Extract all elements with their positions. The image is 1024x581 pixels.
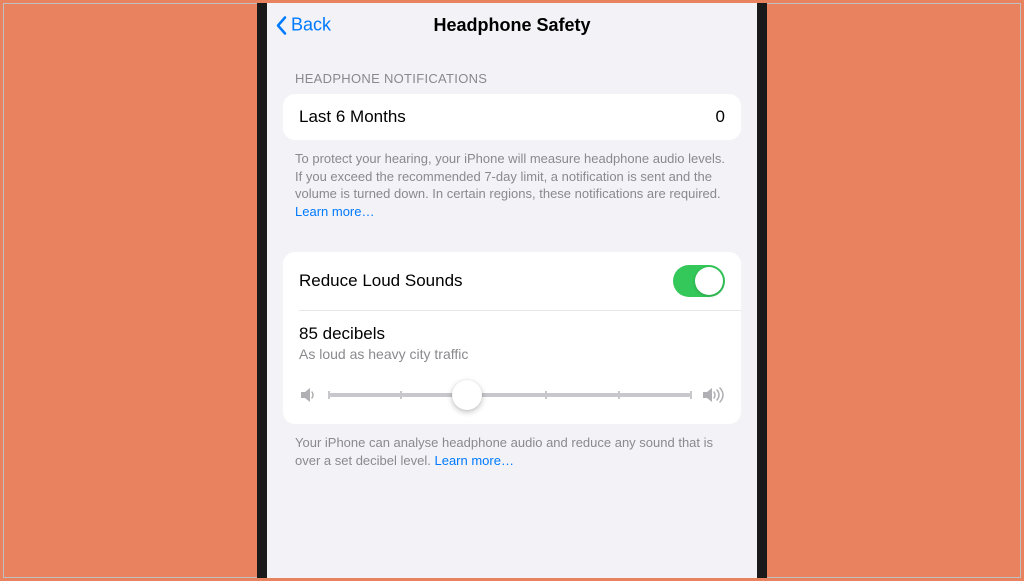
section-header-notifications: HEADPHONE NOTIFICATIONS bbox=[283, 47, 741, 94]
footer-text: To protect your hearing, your iPhone wil… bbox=[295, 151, 725, 201]
reduce-loud-sounds-row: Reduce Loud Sounds bbox=[283, 252, 741, 310]
decibel-description: As loud as heavy city traffic bbox=[299, 346, 725, 362]
slider-tick bbox=[690, 391, 692, 399]
back-button[interactable]: Back bbox=[275, 15, 331, 36]
reduce-toggle[interactable] bbox=[673, 265, 725, 297]
decibel-slider[interactable] bbox=[329, 393, 691, 397]
back-label: Back bbox=[291, 15, 331, 36]
page-frame: Back Headphone Safety HEADPHONE NOTIFICA… bbox=[3, 3, 1021, 578]
toggle-knob bbox=[695, 267, 723, 295]
learn-more-link[interactable]: Learn more… bbox=[295, 204, 374, 219]
decibel-value: 85 decibels bbox=[299, 324, 725, 344]
reduce-footer: Your iPhone can analyse headphone audio … bbox=[283, 424, 741, 469]
decibel-cell: 85 decibels As loud as heavy city traffi… bbox=[283, 311, 741, 424]
learn-more-link[interactable]: Learn more… bbox=[434, 453, 513, 468]
last-6-months-row[interactable]: Last 6 Months 0 bbox=[283, 94, 741, 140]
content: HEADPHONE NOTIFICATIONS Last 6 Months 0 … bbox=[267, 47, 757, 469]
device-screen: Back Headphone Safety HEADPHONE NOTIFICA… bbox=[257, 3, 767, 578]
row-label: Last 6 Months bbox=[299, 107, 406, 127]
slider-tick bbox=[618, 391, 620, 399]
slider-tick bbox=[545, 391, 547, 399]
slider-row bbox=[299, 386, 725, 404]
reduce-section: Reduce Loud Sounds 85 decibels As loud a… bbox=[283, 252, 741, 469]
notifications-group: Last 6 Months 0 bbox=[283, 94, 741, 140]
page-title: Headphone Safety bbox=[433, 15, 590, 36]
speaker-high-icon bbox=[701, 386, 725, 404]
reduce-label: Reduce Loud Sounds bbox=[299, 271, 463, 291]
slider-tick bbox=[328, 391, 330, 399]
speaker-low-icon bbox=[299, 386, 319, 404]
row-value: 0 bbox=[716, 107, 725, 127]
slider-tick bbox=[400, 391, 402, 399]
slider-thumb[interactable] bbox=[452, 380, 482, 410]
notifications-footer: To protect your hearing, your iPhone wil… bbox=[283, 140, 741, 220]
reduce-group: Reduce Loud Sounds 85 decibels As loud a… bbox=[283, 252, 741, 424]
chevron-left-icon bbox=[275, 15, 287, 35]
navbar: Back Headphone Safety bbox=[267, 3, 757, 47]
